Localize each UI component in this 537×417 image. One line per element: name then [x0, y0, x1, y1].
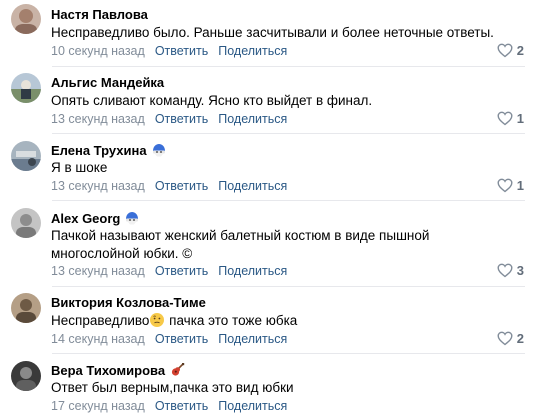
comment-author[interactable]: Вера Тихомирова [51, 362, 185, 378]
author-name[interactable]: Альгис Мандейка [51, 75, 164, 90]
like-count: 3 [516, 263, 524, 278]
comment-text: Несправедливо пачка это тоже юбка [51, 312, 511, 330]
comment-item: Alex Georg Пачкой называют женский балет… [0, 201, 537, 287]
heart-icon [497, 331, 513, 346]
helmet-emoji-icon [124, 210, 140, 226]
thinking-face-emoji-icon [149, 312, 165, 328]
comment-text: Опять сливают команду. Ясно кто выйдет в… [51, 93, 373, 108]
author-name[interactable]: Настя Павлова [51, 7, 148, 22]
comment-text: Несправедливо было. Раньше засчитывали и… [51, 25, 494, 40]
avatar[interactable] [11, 361, 41, 391]
comment-item: Настя Павлова Несправедливо было. Раньше… [0, 0, 537, 67]
share-button[interactable]: Поделиться [218, 332, 287, 346]
comment-text-part: Несправедливо [51, 313, 150, 328]
author-name[interactable]: Вера Тихомирова [51, 363, 165, 378]
comment-text: Пачкой называют женский балетный костюм … [51, 227, 511, 263]
comment-meta: 10 секунд назад Ответить Поделиться [51, 44, 297, 58]
comment-item: Вера Тихомирова Ответ был верным,пачка э… [0, 354, 537, 417]
reply-button[interactable]: Ответить [155, 332, 208, 346]
author-name[interactable]: Alex Georg [51, 211, 120, 226]
comment-text: Я в шоке [51, 160, 108, 175]
comment-meta: 13 секунд назад Ответить Поделиться [51, 112, 297, 126]
heart-icon [497, 178, 513, 193]
avatar[interactable] [11, 73, 41, 103]
share-button[interactable]: Поделиться [218, 179, 287, 193]
like-button[interactable]: 1 [497, 178, 524, 193]
comment-time[interactable]: 17 секунд назад [51, 399, 145, 413]
author-name[interactable]: Виктория Козлова-Тиме [51, 295, 206, 310]
comment-time[interactable]: 13 секунд назад [51, 264, 145, 278]
share-button[interactable]: Поделиться [218, 112, 287, 126]
like-button[interactable]: 3 [497, 263, 524, 278]
comment-meta: 17 секунд назад Ответить Поделиться [51, 399, 297, 413]
like-count: 1 [516, 178, 524, 193]
comment-author[interactable]: Елена Трухина [51, 142, 167, 158]
comment-author[interactable]: Alex Georg [51, 210, 140, 226]
heart-icon [497, 43, 513, 58]
reply-button[interactable]: Ответить [155, 264, 208, 278]
comment-meta: 13 секунд назад Ответить Поделиться [51, 264, 297, 278]
helmet-emoji-icon [151, 142, 167, 158]
reply-button[interactable]: Ответить [155, 179, 208, 193]
comment-time[interactable]: 13 секунд назад [51, 112, 145, 126]
like-button[interactable]: 1 [497, 111, 524, 126]
avatar[interactable] [11, 293, 41, 323]
comment-text: Ответ был верным,пачка это вид юбки [51, 380, 294, 395]
comment-item: Елена Трухина Я в шоке 13 секунд назад О… [0, 134, 537, 201]
reply-button[interactable]: Ответить [155, 399, 208, 413]
comment-text-line: Пачкой называют женский балетный костюм … [51, 228, 430, 243]
like-button[interactable]: 2 [497, 43, 524, 58]
author-name[interactable]: Елена Трухина [51, 143, 147, 158]
reply-button[interactable]: Ответить [155, 44, 208, 58]
comment-time[interactable]: 10 секунд назад [51, 44, 145, 58]
comment-author[interactable]: Альгис Мандейка [51, 75, 164, 90]
comment-time[interactable]: 13 секунд назад [51, 179, 145, 193]
comment-time[interactable]: 14 секунд назад [51, 332, 145, 346]
comment-text-part: пачка это тоже юбка [165, 313, 298, 328]
avatar[interactable] [11, 141, 41, 171]
comment-item: Альгис Мандейка Опять сливают команду. Я… [0, 67, 537, 134]
comment-meta: 13 секунд назад Ответить Поделиться [51, 179, 297, 193]
heart-icon [497, 111, 513, 126]
comment-author[interactable]: Настя Павлова [51, 7, 148, 22]
like-count: 2 [516, 331, 524, 346]
like-button[interactable]: 2 [497, 331, 524, 346]
reply-button[interactable]: Ответить [155, 112, 208, 126]
heart-icon [497, 263, 513, 278]
like-count: 1 [516, 111, 524, 126]
like-count: 2 [516, 43, 524, 58]
share-button[interactable]: Поделиться [218, 264, 287, 278]
comment-author[interactable]: Виктория Козлова-Тиме [51, 295, 206, 310]
comment-item: Виктория Козлова-Тиме Несправедливо пачк… [0, 287, 537, 354]
comment-text-line: многослойной юбки. © [51, 246, 193, 261]
guitar-emoji-icon [169, 362, 185, 378]
avatar[interactable] [11, 4, 41, 34]
share-button[interactable]: Поделиться [218, 399, 287, 413]
avatar[interactable] [11, 208, 41, 238]
comment-meta: 14 секунд назад Ответить Поделиться [51, 332, 297, 346]
share-button[interactable]: Поделиться [218, 44, 287, 58]
